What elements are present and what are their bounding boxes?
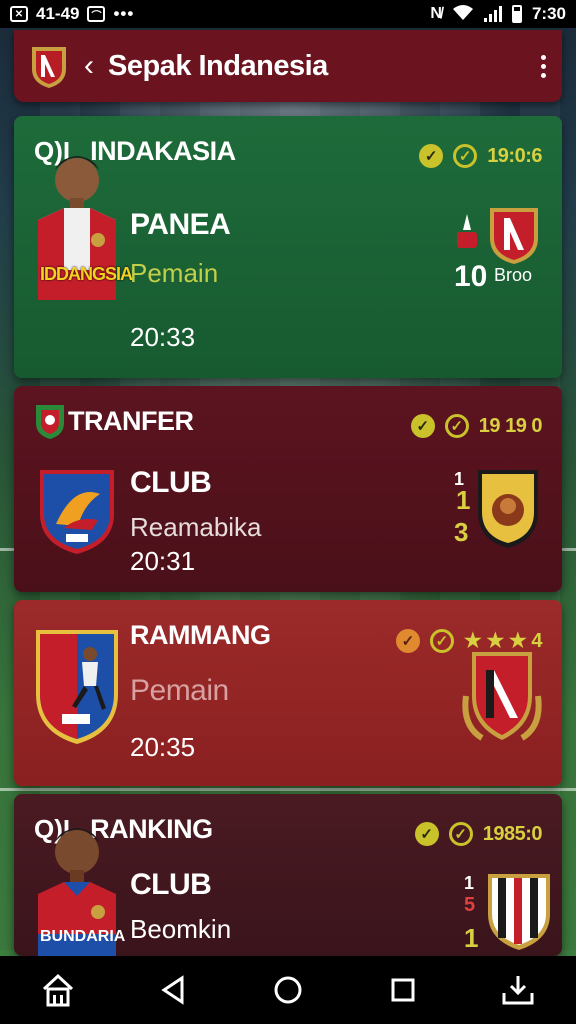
app-title: Sepak Indanesia: [108, 49, 328, 82]
news-card-tranfer[interactable]: TRANFER ✓ ✓ 19 19 0 CLUB Reamabika 20:31…: [14, 386, 562, 592]
stat-mid: 5: [464, 894, 476, 916]
battery-icon: [511, 5, 522, 23]
card-meta: ✓ ✓ 1985:0: [414, 822, 543, 846]
chevron-left-icon[interactable]: ‹: [84, 49, 94, 83]
check-circle-icon[interactable]: ✓: [453, 144, 478, 168]
club-crest-icon[interactable]: [484, 870, 554, 952]
jersey-text: BUNDARIA: [40, 928, 126, 945]
status-time-left: 41-49: [36, 4, 80, 23]
check-circle-icon[interactable]: ✓: [448, 822, 473, 846]
card-name: Pemain: [130, 674, 229, 707]
check-icon[interactable]: ✓: [419, 144, 444, 168]
stat-value: 10: [454, 260, 488, 293]
card-time: 20:33: [130, 322, 196, 352]
stat-label: Broo: [494, 265, 533, 285]
card-name: CLUB: [130, 466, 212, 499]
app-bar: ‹ Sepak Indanesia: [14, 30, 562, 102]
check-circle-icon[interactable]: ✓: [429, 628, 454, 653]
club-crest-icon[interactable]: [488, 204, 540, 266]
news-card-indakasia[interactable]: Q)I INDAKASIA ✓ ✓ 19:0:6 IDDANGSIA PANEA…: [14, 116, 562, 378]
club-badge-icon: [40, 470, 114, 554]
stat-bottom: 3: [454, 517, 469, 547]
signal-icon: [483, 6, 502, 22]
card-meta-value: 19:0:6: [487, 144, 542, 167]
wifi-icon: [452, 3, 474, 26]
stat-top: 1: [464, 873, 475, 893]
check-icon[interactable]: ✓: [414, 822, 439, 846]
triangle-back-icon[interactable]: [143, 960, 203, 1020]
check-circle-icon[interactable]: ✓: [444, 414, 469, 438]
card-header: RAMMANG: [130, 600, 271, 670]
system-nav-bar: [0, 956, 576, 1024]
card-title: RAMMANG: [130, 619, 271, 650]
news-card-ranking[interactable]: Q)I RANKING ✓ ✓ 1985:0 BUNDARIA CLUB Beo…: [14, 794, 562, 956]
card-role: Pemain: [130, 258, 219, 288]
player-crest-icon: [36, 630, 118, 744]
stat-mid: 1: [456, 485, 471, 515]
card-title: TRANFER: [68, 405, 194, 436]
card-meta-value: 1985:0: [482, 822, 543, 845]
card-role: Reamabika: [130, 512, 262, 542]
club-crest-icon[interactable]: [474, 466, 542, 550]
status-dots: •••: [113, 4, 135, 23]
notification-icon: ✕: [10, 6, 28, 22]
card-meta: ✓ ✓ 19:0:6: [419, 144, 542, 168]
more-vert-icon[interactable]: [541, 54, 546, 78]
download-tray-icon[interactable]: [488, 960, 548, 1020]
club-crest-icon[interactable]: [460, 646, 544, 744]
news-card-rammang[interactable]: RAMMANG ✓ ✓ ★ ★ ★ 4 Pemain 20:35: [14, 600, 562, 786]
home-grid-icon[interactable]: [28, 960, 88, 1020]
card-role: Beomkin: [130, 914, 232, 944]
jersey-text: IDDANGSIA: [40, 264, 133, 284]
trophy-icon: [457, 214, 477, 248]
card-name: CLUB: [130, 868, 212, 901]
app-logo-icon[interactable]: [30, 43, 68, 89]
check-icon[interactable]: ✓: [395, 628, 420, 653]
check-icon[interactable]: ✓: [410, 414, 435, 438]
card-meta-value: 19 19 0: [478, 414, 543, 437]
pitch-line: [0, 788, 576, 791]
circle-home-icon[interactable]: [258, 960, 318, 1020]
card-name: PANEA: [130, 208, 231, 241]
card-meta: ✓ ✓ 19 19 0: [410, 414, 543, 438]
card-time: 20:31: [130, 546, 196, 576]
status-bar: ✕ 41-49 ⌒ ••• N̸ 7:30: [0, 0, 576, 28]
image-icon: ⌒: [87, 6, 106, 22]
card-time: 20:35: [130, 732, 196, 762]
stat-bottom: 1: [464, 923, 479, 953]
shield-icon: [36, 405, 64, 439]
status-time-right: 7:30: [531, 4, 566, 23]
nfc-icon: N̸: [430, 5, 442, 22]
square-recents-icon[interactable]: [373, 960, 433, 1020]
